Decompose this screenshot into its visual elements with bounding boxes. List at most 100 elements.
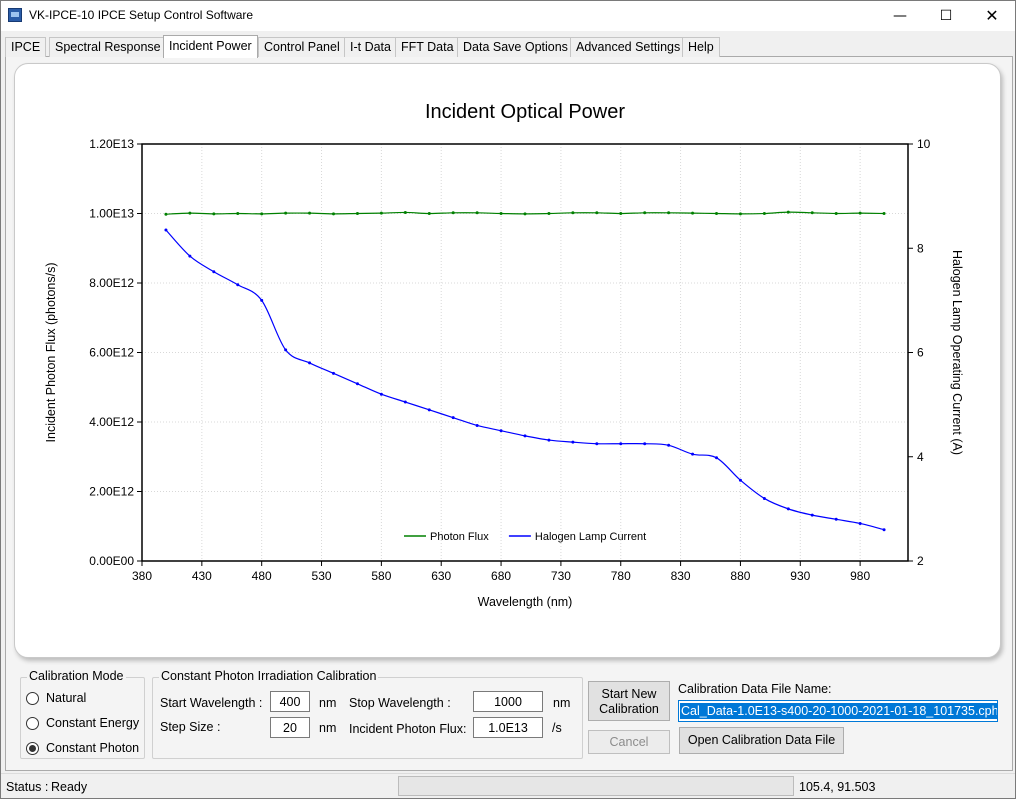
series-point-0: [858, 211, 862, 215]
incident-photon-flux-input[interactable]: [473, 717, 543, 738]
x-tick-label: 880: [730, 569, 750, 583]
start-wavelength-unit: nm: [319, 696, 337, 710]
calibration-file-name-field[interactable]: Cal_Data-1.0E13-s400-20-1000-2021-01-18_…: [678, 700, 998, 722]
series-point-1: [882, 528, 886, 532]
tab-help[interactable]: Help: [682, 37, 720, 57]
calibration-mode-title: Calibration Mode: [27, 669, 126, 683]
series-point-0: [379, 211, 383, 215]
x-tick-label: 380: [132, 569, 152, 583]
tab-control-panel[interactable]: Control Panel: [258, 37, 346, 57]
y-axis-label: Incident Photon Flux (photons/s): [44, 263, 58, 443]
series-point-0: [667, 211, 671, 215]
status-value: Ready: [51, 780, 88, 794]
progress-bar: [398, 776, 794, 796]
x-tick-label: 430: [192, 569, 212, 583]
title-bar[interactable]: VK-IPCE-10 IPCE Setup Control Software —…: [1, 1, 1015, 31]
legend-label-0: Photon Flux: [430, 531, 489, 543]
y2-axis-label: Halogen Lamp Operating Current (A): [950, 250, 964, 455]
series-point-1: [571, 440, 575, 444]
tab-fft-data[interactable]: FFT Data: [395, 37, 460, 57]
close-button[interactable]: ✕: [969, 1, 1015, 31]
series-point-0: [643, 211, 647, 215]
maximize-button[interactable]: ☐: [923, 1, 969, 31]
incident-power-chart[interactable]: Incident Optical Power 380 430 480 530 580 630…: [15, 64, 1002, 659]
chart-panel[interactable]: Incident Optical Power 380 430 480 530 580 630…: [14, 63, 1001, 658]
radio-constant-energy-indicator[interactable]: [26, 717, 39, 730]
series-point-0: [260, 212, 264, 216]
tab-incident-power[interactable]: Incident Power: [163, 35, 258, 58]
cancel-button[interactable]: Cancel: [588, 730, 670, 754]
series-point-1: [188, 254, 192, 258]
constant-photon-title: Constant Photon Irradiation Calibration: [159, 669, 379, 683]
y2-tick-label: 4: [917, 450, 924, 464]
status-label: Status :: [6, 780, 49, 794]
open-calibration-file-button[interactable]: Open Calibration Data File: [679, 727, 844, 754]
series-point-1: [499, 429, 503, 433]
series-point-1: [667, 443, 671, 447]
series-point-1: [595, 442, 599, 446]
series-point-1: [643, 442, 647, 446]
series-point-0: [284, 211, 288, 215]
x-tick-label: 730: [551, 569, 571, 583]
series-point-1: [619, 442, 623, 446]
series-point-0: [499, 212, 503, 215]
radio-constant-photon-indicator[interactable]: [26, 742, 39, 755]
series-point-1: [786, 507, 790, 511]
legend-label-1: Halogen Lamp Current: [535, 531, 646, 543]
series-point-0: [212, 212, 216, 216]
start-wavelength-input[interactable]: [270, 691, 310, 712]
radio-natural-indicator[interactable]: [26, 692, 39, 705]
series-point-0: [164, 212, 168, 216]
y-tick-label: 6.00E12: [89, 346, 134, 360]
series-point-0: [308, 211, 312, 215]
app-window: VK-IPCE-10 IPCE Setup Control Software —…: [0, 0, 1016, 799]
series-point-1: [523, 434, 527, 438]
series-point-1: [738, 478, 742, 482]
tab-advanced-settings[interactable]: Advanced Settings: [570, 37, 687, 57]
x-tick-label: 480: [252, 569, 272, 583]
series-point-1: [858, 521, 862, 525]
tab-it-data[interactable]: I-t Data: [344, 37, 397, 57]
stop-wavelength-input[interactable]: [473, 691, 543, 712]
start-new-calibration-button[interactable]: Start New Calibration: [588, 681, 670, 721]
x-tick-label: 830: [671, 569, 691, 583]
series-point-0: [691, 211, 695, 215]
radio-constant-photon-label: Constant Photon: [46, 741, 140, 755]
series-point-1: [355, 382, 359, 386]
series-point-1: [834, 517, 838, 521]
tab-spectral-response[interactable]: Spectral Response: [49, 37, 167, 57]
minimize-button[interactable]: —: [877, 1, 923, 31]
series-point-0: [355, 212, 359, 215]
series-point-0: [738, 212, 742, 216]
series-point-0: [332, 212, 335, 216]
radio-natural-label: Natural: [46, 691, 87, 705]
calibration-file-label: Calibration Data File Name:: [678, 682, 832, 696]
series-point-1: [379, 392, 383, 396]
series-point-0: [188, 211, 192, 215]
tab-data-save-options[interactable]: Data Save Options: [457, 37, 574, 57]
step-size-input[interactable]: [270, 717, 310, 738]
tab-ipce[interactable]: IPCE: [5, 37, 47, 57]
step-size-unit: nm: [319, 721, 337, 735]
series-point-1: [451, 416, 455, 420]
series-point-0: [475, 211, 479, 215]
series-point-0: [236, 212, 240, 215]
y2-tick-label: 8: [917, 241, 924, 255]
series-point-1: [236, 283, 240, 287]
series-point-1: [284, 348, 288, 352]
series-point-1: [260, 298, 264, 302]
series-point-1: [715, 456, 718, 460]
y-tick-label: 2.00E12: [89, 485, 134, 499]
series-point-1: [403, 400, 407, 404]
y-tick-label: 0.00E00: [89, 554, 134, 568]
series-point-0: [403, 210, 407, 214]
y2-tick-label: 6: [917, 346, 924, 360]
app-icon: [8, 8, 22, 22]
series-point-1: [547, 438, 551, 442]
calibration-file-name-text: Cal_Data-1.0E13-s400-20-1000-2021-01-18_…: [680, 703, 998, 719]
series-point-0: [523, 212, 527, 216]
series-point-1: [810, 513, 814, 517]
cursor-coordinates: 105.4, 91.503: [799, 780, 876, 794]
chart-title: Incident Optical Power: [425, 101, 625, 123]
x-axis-label: Wavelength (nm): [478, 595, 573, 609]
